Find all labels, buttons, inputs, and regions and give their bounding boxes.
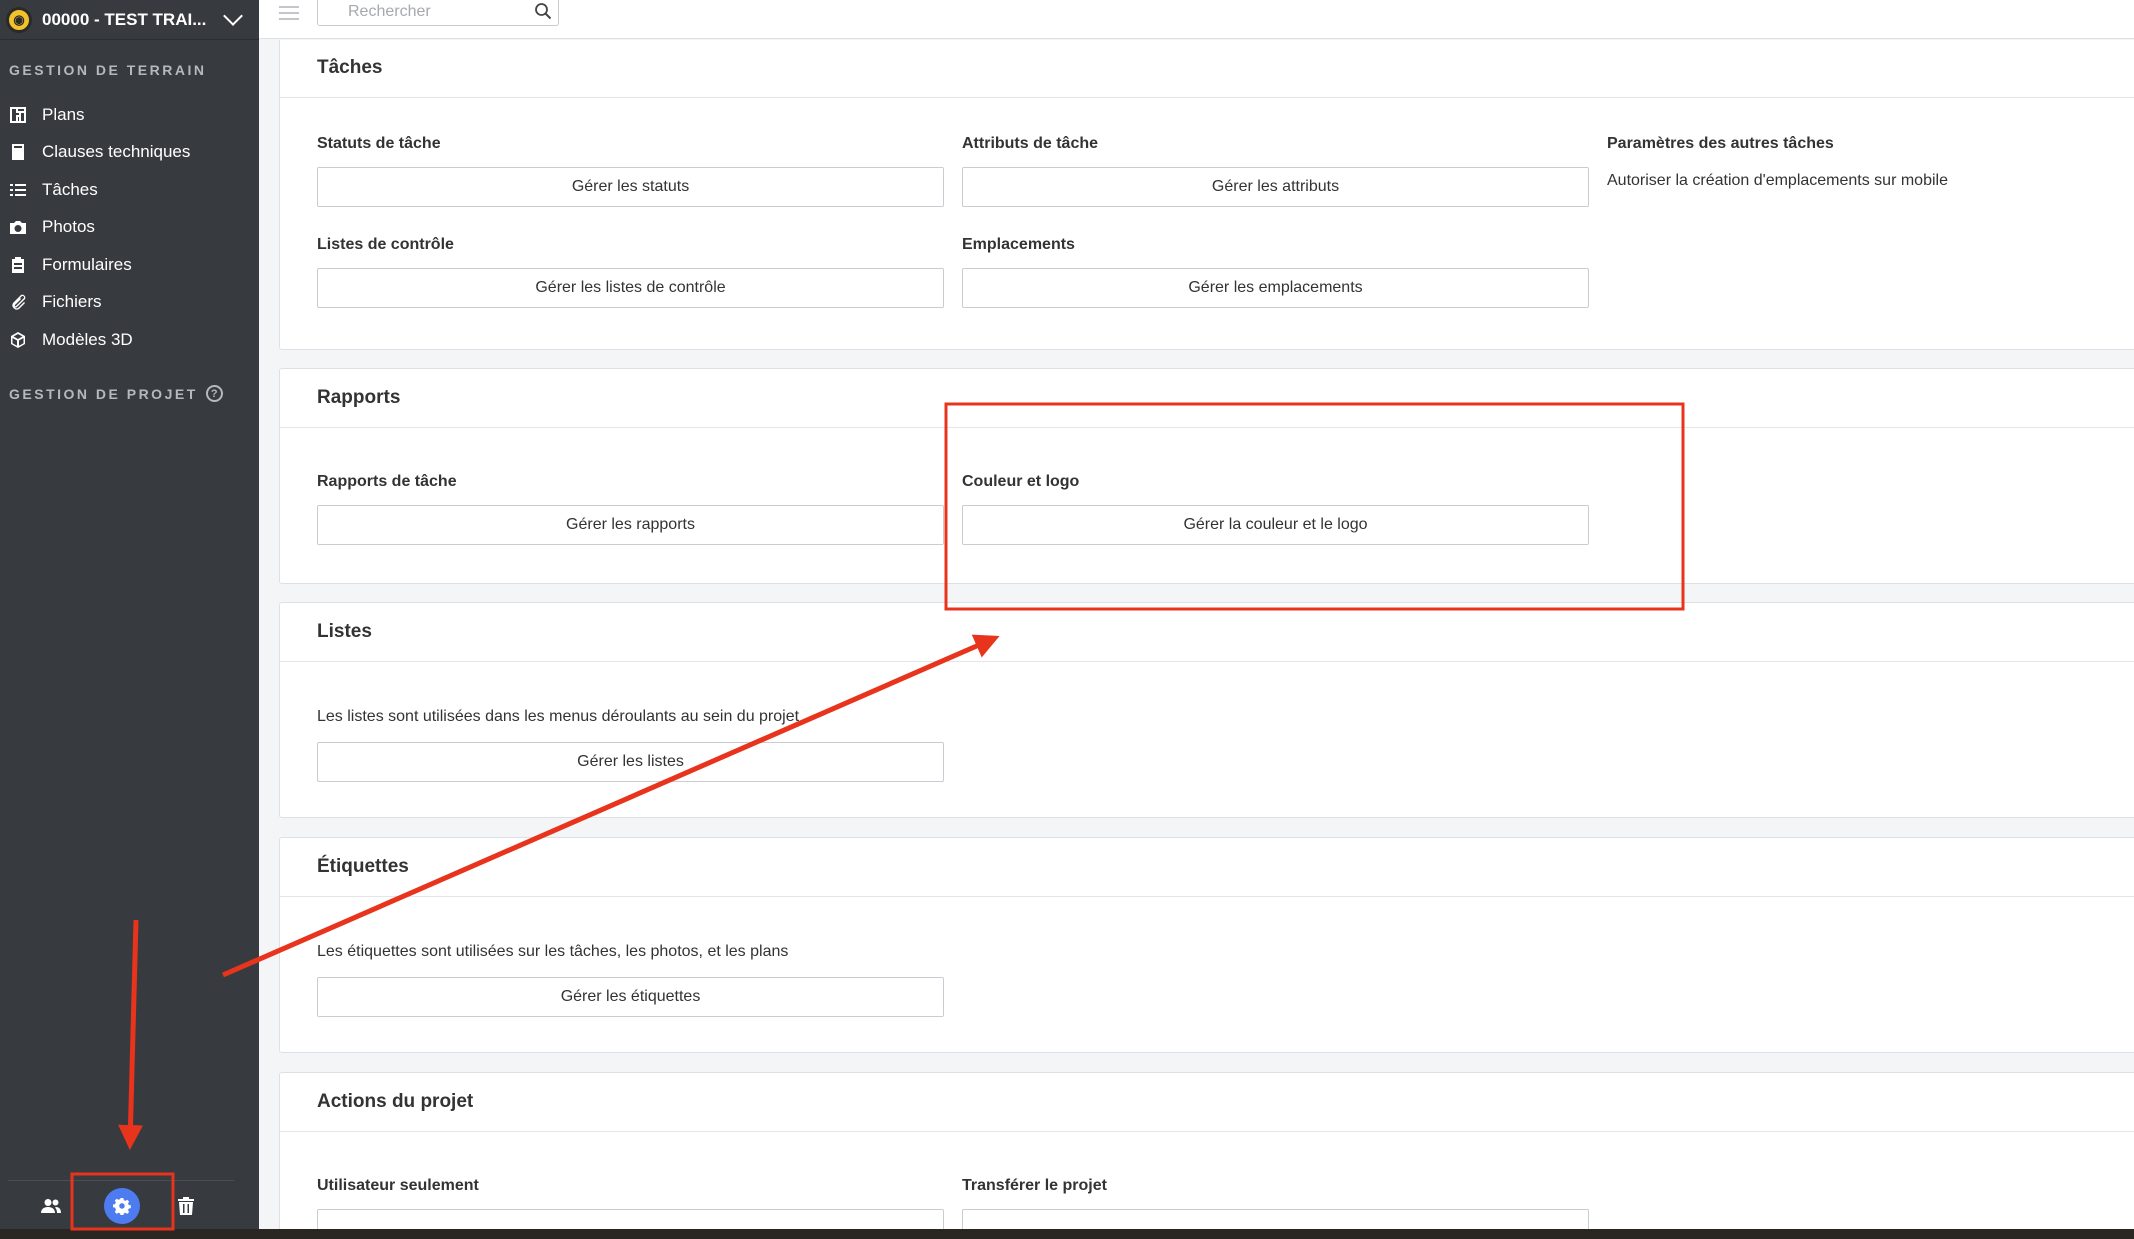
clipboard-icon (9, 256, 27, 274)
search-input[interactable] (318, 3, 518, 21)
sidebar-item-label: Fichiers (42, 292, 102, 312)
manage-reports-button[interactable]: Gérer les rapports (317, 505, 944, 545)
sidebar-item-plans[interactable]: Plans (0, 96, 259, 134)
sidebar-item-label: Formulaires (42, 254, 132, 274)
sidebar-item-clauses[interactable]: Clauses techniques (0, 134, 259, 172)
card-title-listes: Listes (280, 603, 2134, 662)
search-box[interactable] (317, 0, 559, 26)
list-icon (9, 181, 27, 199)
chevron-down-icon[interactable] (223, 5, 244, 26)
menu-icon[interactable] (279, 6, 299, 20)
users-icon (41, 1198, 61, 1213)
card-taches: Tâches Statuts de tâche Gérer les statut… (279, 40, 2134, 350)
settings-button[interactable] (104, 1187, 140, 1224)
transfer-project-button[interactable] (962, 1209, 1589, 1230)
label-emplacements: Emplacements (962, 236, 1075, 253)
plans-icon (9, 106, 27, 124)
sidebar-item-label: Clauses techniques (42, 142, 191, 162)
project-selector[interactable]: ◉ 00000 - TEST TRAI... (0, 0, 259, 40)
label-autres-parametres: Paramètres des autres tâches (1607, 135, 1834, 152)
manage-lists-button[interactable]: Gérer les listes (317, 742, 944, 782)
section-title-projet[interactable]: GESTION DE PROJET ? (0, 385, 223, 402)
users-button[interactable] (36, 1198, 66, 1214)
label-utilisateur-seulement: Utilisateur seulement (317, 1177, 479, 1194)
bottom-strip (0, 1229, 2134, 1239)
sidebar-item-label: Modèles 3D (42, 329, 133, 349)
sidebar-nav: Plans Clauses techniques Tâches Photos F… (0, 96, 259, 359)
settings-content: Tâches Statuts de tâche Gérer les statut… (259, 40, 2134, 1230)
project-name: 00000 - TEST TRAI... (42, 9, 207, 29)
card-listes: Listes Les listes sont utilisées dans le… (279, 602, 2134, 818)
sidebar-item-fichiers[interactable]: Fichiers (0, 284, 259, 322)
card-title-etiquettes: Étiquettes (280, 838, 2134, 897)
sidebar-item-taches[interactable]: Tâches (0, 171, 259, 209)
help-icon[interactable]: ? (205, 385, 223, 402)
manage-attributes-button[interactable]: Gérer les attributs (962, 167, 1589, 207)
camera-icon (9, 218, 27, 236)
sidebar-item-label: Photos (42, 217, 95, 237)
manage-locations-button[interactable]: Gérer les emplacements (962, 268, 1589, 308)
gear-icon (113, 1197, 131, 1215)
card-title-actions: Actions du projet (280, 1073, 2134, 1132)
sidebar-item-formulaires[interactable]: Formulaires (0, 246, 259, 284)
mobile-locations-setting[interactable]: Autoriser la création d'emplacements sur… (1607, 172, 1948, 190)
search-icon[interactable] (534, 2, 552, 20)
cube-icon (9, 331, 27, 349)
card-etiquettes: Étiquettes Les étiquettes sont utilisées… (279, 837, 2134, 1053)
label-couleur-logo: Couleur et logo (962, 473, 1080, 490)
top-bar (259, 0, 2134, 39)
label-attributs: Attributs de tâche (962, 135, 1099, 152)
card-rapports: Rapports Rapports de tâche Gérer les rap… (279, 368, 2134, 584)
manage-tags-button[interactable]: Gérer les étiquettes (317, 977, 944, 1017)
sidebar-item-label: Plans (42, 104, 85, 124)
book-icon (9, 143, 27, 161)
manage-checklists-button[interactable]: Gérer les listes de contrôle (317, 268, 944, 308)
sidebar-footer (8, 1180, 234, 1230)
etiquettes-description: Les étiquettes sont utilisées sur les tâ… (317, 943, 789, 960)
card-title-rapports: Rapports (280, 369, 2134, 428)
paperclip-icon (9, 293, 27, 311)
label-transferer-projet: Transférer le projet (962, 1177, 1107, 1194)
label-rapports-tache: Rapports de tâche (317, 473, 457, 490)
project-logo: ◉ (6, 6, 32, 33)
trash-icon (178, 1196, 194, 1215)
card-title-taches: Tâches (280, 40, 2134, 98)
manage-statuses-button[interactable]: Gérer les statuts (317, 167, 944, 207)
section-title-terrain: GESTION DE TERRAIN (9, 62, 207, 78)
card-actions: Actions du projet Utilisateur seulement … (279, 1072, 2134, 1230)
sidebar: ◉ 00000 - TEST TRAI... GESTION DE TERRAI… (0, 0, 259, 1239)
sidebar-item-label: Tâches (42, 179, 98, 199)
trash-button[interactable] (174, 1196, 198, 1215)
label-statuts: Statuts de tâche (317, 135, 441, 152)
listes-description: Les listes sont utilisées dans les menus… (317, 708, 800, 725)
sidebar-item-modeles-3d[interactable]: Modèles 3D (0, 321, 259, 359)
manage-color-logo-button[interactable]: Gérer la couleur et le logo (962, 505, 1589, 545)
sidebar-item-photos[interactable]: Photos (0, 209, 259, 247)
leave-project-button[interactable] (317, 1209, 944, 1230)
label-listes-controle: Listes de contrôle (317, 236, 454, 253)
